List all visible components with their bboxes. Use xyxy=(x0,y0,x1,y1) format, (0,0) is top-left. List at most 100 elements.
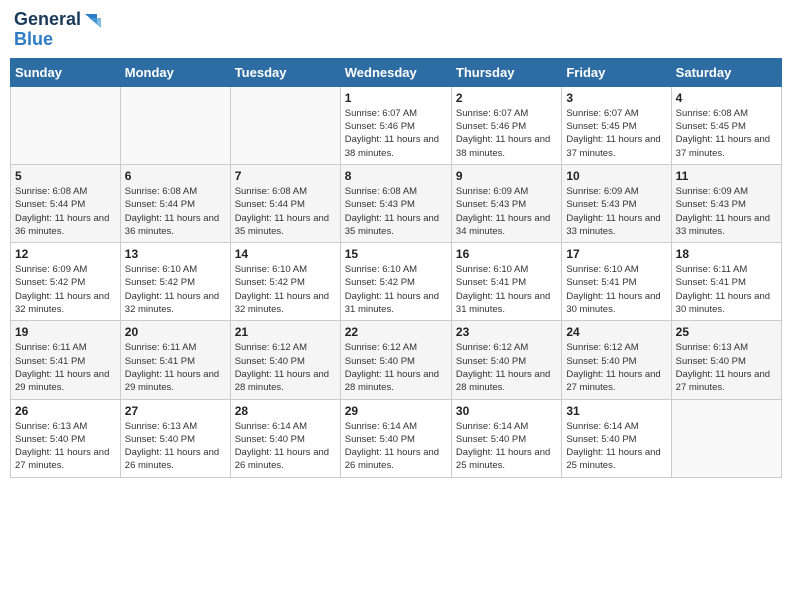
calendar-cell: 6 Sunrise: 6:08 AMSunset: 5:44 PMDaylight… xyxy=(120,164,230,242)
col-header-monday: Monday xyxy=(120,58,230,86)
calendar-cell: 3 Sunrise: 6:07 AMSunset: 5:45 PMDaylight… xyxy=(562,86,671,164)
day-info: Sunrise: 6:08 AMSunset: 5:44 PMDaylight:… xyxy=(235,185,336,238)
day-number: 1 xyxy=(345,91,447,105)
calendar-cell: 31 Sunrise: 6:14 AMSunset: 5:40 PMDayligh… xyxy=(562,399,671,477)
day-number: 13 xyxy=(125,247,226,261)
day-info: Sunrise: 6:11 AMSunset: 5:41 PMDaylight:… xyxy=(125,341,226,394)
day-number: 8 xyxy=(345,169,447,183)
logo-arrow-icon xyxy=(83,10,103,30)
day-number: 28 xyxy=(235,404,336,418)
day-info: Sunrise: 6:14 AMSunset: 5:40 PMDaylight:… xyxy=(345,420,447,473)
day-info: Sunrise: 6:14 AMSunset: 5:40 PMDaylight:… xyxy=(456,420,557,473)
col-header-sunday: Sunday xyxy=(11,58,121,86)
day-info: Sunrise: 6:08 AMSunset: 5:45 PMDaylight:… xyxy=(676,107,777,160)
calendar-cell: 15 Sunrise: 6:10 AMSunset: 5:42 PMDayligh… xyxy=(340,243,451,321)
calendar-cell: 8 Sunrise: 6:08 AMSunset: 5:43 PMDaylight… xyxy=(340,164,451,242)
calendar-cell: 12 Sunrise: 6:09 AMSunset: 5:42 PMDayligh… xyxy=(11,243,121,321)
week-row-0: 1 Sunrise: 6:07 AMSunset: 5:46 PMDaylight… xyxy=(11,86,782,164)
calendar-cell: 25 Sunrise: 6:13 AMSunset: 5:40 PMDayligh… xyxy=(671,321,781,399)
calendar-cell: 2 Sunrise: 6:07 AMSunset: 5:46 PMDaylight… xyxy=(451,86,561,164)
day-info: Sunrise: 6:12 AMSunset: 5:40 PMDaylight:… xyxy=(235,341,336,394)
day-number: 18 xyxy=(676,247,777,261)
day-number: 22 xyxy=(345,325,447,339)
day-info: Sunrise: 6:09 AMSunset: 5:42 PMDaylight:… xyxy=(15,263,116,316)
calendar-cell: 29 Sunrise: 6:14 AMSunset: 5:40 PMDayligh… xyxy=(340,399,451,477)
col-header-friday: Friday xyxy=(562,58,671,86)
logo-blue: Blue xyxy=(14,30,53,50)
day-info: Sunrise: 6:11 AMSunset: 5:41 PMDaylight:… xyxy=(676,263,777,316)
calendar-cell xyxy=(11,86,121,164)
header: General Blue xyxy=(10,10,782,50)
calendar-cell: 18 Sunrise: 6:11 AMSunset: 5:41 PMDayligh… xyxy=(671,243,781,321)
day-info: Sunrise: 6:14 AMSunset: 5:40 PMDaylight:… xyxy=(235,420,336,473)
day-number: 5 xyxy=(15,169,116,183)
day-number: 12 xyxy=(15,247,116,261)
day-number: 11 xyxy=(676,169,777,183)
day-number: 16 xyxy=(456,247,557,261)
day-info: Sunrise: 6:10 AMSunset: 5:41 PMDaylight:… xyxy=(566,263,666,316)
calendar-cell: 27 Sunrise: 6:13 AMSunset: 5:40 PMDayligh… xyxy=(120,399,230,477)
week-row-3: 19 Sunrise: 6:11 AMSunset: 5:41 PMDayligh… xyxy=(11,321,782,399)
day-info: Sunrise: 6:07 AMSunset: 5:46 PMDaylight:… xyxy=(456,107,557,160)
calendar-cell xyxy=(120,86,230,164)
day-info: Sunrise: 6:13 AMSunset: 5:40 PMDaylight:… xyxy=(125,420,226,473)
day-info: Sunrise: 6:08 AMSunset: 5:44 PMDaylight:… xyxy=(15,185,116,238)
day-info: Sunrise: 6:12 AMSunset: 5:40 PMDaylight:… xyxy=(345,341,447,394)
calendar-cell: 28 Sunrise: 6:14 AMSunset: 5:40 PMDayligh… xyxy=(230,399,340,477)
day-info: Sunrise: 6:09 AMSunset: 5:43 PMDaylight:… xyxy=(456,185,557,238)
day-number: 2 xyxy=(456,91,557,105)
logo: General Blue xyxy=(14,10,103,50)
day-info: Sunrise: 6:13 AMSunset: 5:40 PMDaylight:… xyxy=(15,420,116,473)
day-info: Sunrise: 6:10 AMSunset: 5:42 PMDaylight:… xyxy=(125,263,226,316)
day-info: Sunrise: 6:09 AMSunset: 5:43 PMDaylight:… xyxy=(566,185,666,238)
day-info: Sunrise: 6:09 AMSunset: 5:43 PMDaylight:… xyxy=(676,185,777,238)
day-info: Sunrise: 6:13 AMSunset: 5:40 PMDaylight:… xyxy=(676,341,777,394)
col-header-tuesday: Tuesday xyxy=(230,58,340,86)
calendar-cell: 21Sunrise: 6:12 AMSunset: 5:40 PMDayligh… xyxy=(230,321,340,399)
day-number: 14 xyxy=(235,247,336,261)
day-info: Sunrise: 6:10 AMSunset: 5:42 PMDaylight:… xyxy=(235,263,336,316)
day-number: 15 xyxy=(345,247,447,261)
day-number: 29 xyxy=(345,404,447,418)
day-number: 7 xyxy=(235,169,336,183)
calendar-cell: 10 Sunrise: 6:09 AMSunset: 5:43 PMDayligh… xyxy=(562,164,671,242)
day-number: 17 xyxy=(566,247,666,261)
calendar-cell: 16Sunrise: 6:10 AMSunset: 5:41 PMDayligh… xyxy=(451,243,561,321)
calendar-cell xyxy=(230,86,340,164)
day-number: 25 xyxy=(676,325,777,339)
day-info: Sunrise: 6:07 AMSunset: 5:45 PMDaylight:… xyxy=(566,107,666,160)
calendar-cell xyxy=(671,399,781,477)
day-info: Sunrise: 6:14 AMSunset: 5:40 PMDaylight:… xyxy=(566,420,666,473)
week-row-1: 5 Sunrise: 6:08 AMSunset: 5:44 PMDaylight… xyxy=(11,164,782,242)
day-number: 31 xyxy=(566,404,666,418)
day-number: 6 xyxy=(125,169,226,183)
day-number: 3 xyxy=(566,91,666,105)
day-number: 9 xyxy=(456,169,557,183)
day-info: Sunrise: 6:10 AMSunset: 5:42 PMDaylight:… xyxy=(345,263,447,316)
calendar-cell: 24Sunrise: 6:12 AMSunset: 5:40 PMDayligh… xyxy=(562,321,671,399)
day-info: Sunrise: 6:12 AMSunset: 5:40 PMDaylight:… xyxy=(566,341,666,394)
day-number: 4 xyxy=(676,91,777,105)
col-header-wednesday: Wednesday xyxy=(340,58,451,86)
week-row-2: 12 Sunrise: 6:09 AMSunset: 5:42 PMDayligh… xyxy=(11,243,782,321)
calendar-cell: 4 Sunrise: 6:08 AMSunset: 5:45 PMDaylight… xyxy=(671,86,781,164)
calendar-cell: 5 Sunrise: 6:08 AMSunset: 5:44 PMDaylight… xyxy=(11,164,121,242)
calendar-cell: 20Sunrise: 6:11 AMSunset: 5:41 PMDayligh… xyxy=(120,321,230,399)
calendar-cell: 17 Sunrise: 6:10 AMSunset: 5:41 PMDayligh… xyxy=(562,243,671,321)
day-number: 19 xyxy=(15,325,116,339)
logo-general: General xyxy=(14,10,81,30)
day-number: 27 xyxy=(125,404,226,418)
calendar-cell: 1Sunrise: 6:07 AMSunset: 5:46 PMDaylight… xyxy=(340,86,451,164)
day-number: 10 xyxy=(566,169,666,183)
day-info: Sunrise: 6:08 AMSunset: 5:44 PMDaylight:… xyxy=(125,185,226,238)
calendar-cell: 13 Sunrise: 6:10 AMSunset: 5:42 PMDayligh… xyxy=(120,243,230,321)
day-info: Sunrise: 6:11 AMSunset: 5:41 PMDaylight:… xyxy=(15,341,116,394)
calendar-cell: 30 Sunrise: 6:14 AMSunset: 5:40 PMDayligh… xyxy=(451,399,561,477)
day-info: Sunrise: 6:12 AMSunset: 5:40 PMDaylight:… xyxy=(456,341,557,394)
day-number: 23 xyxy=(456,325,557,339)
day-number: 30 xyxy=(456,404,557,418)
col-header-saturday: Saturday xyxy=(671,58,781,86)
day-info: Sunrise: 6:08 AMSunset: 5:43 PMDaylight:… xyxy=(345,185,447,238)
col-header-thursday: Thursday xyxy=(451,58,561,86)
calendar-cell: 9 Sunrise: 6:09 AMSunset: 5:43 PMDaylight… xyxy=(451,164,561,242)
